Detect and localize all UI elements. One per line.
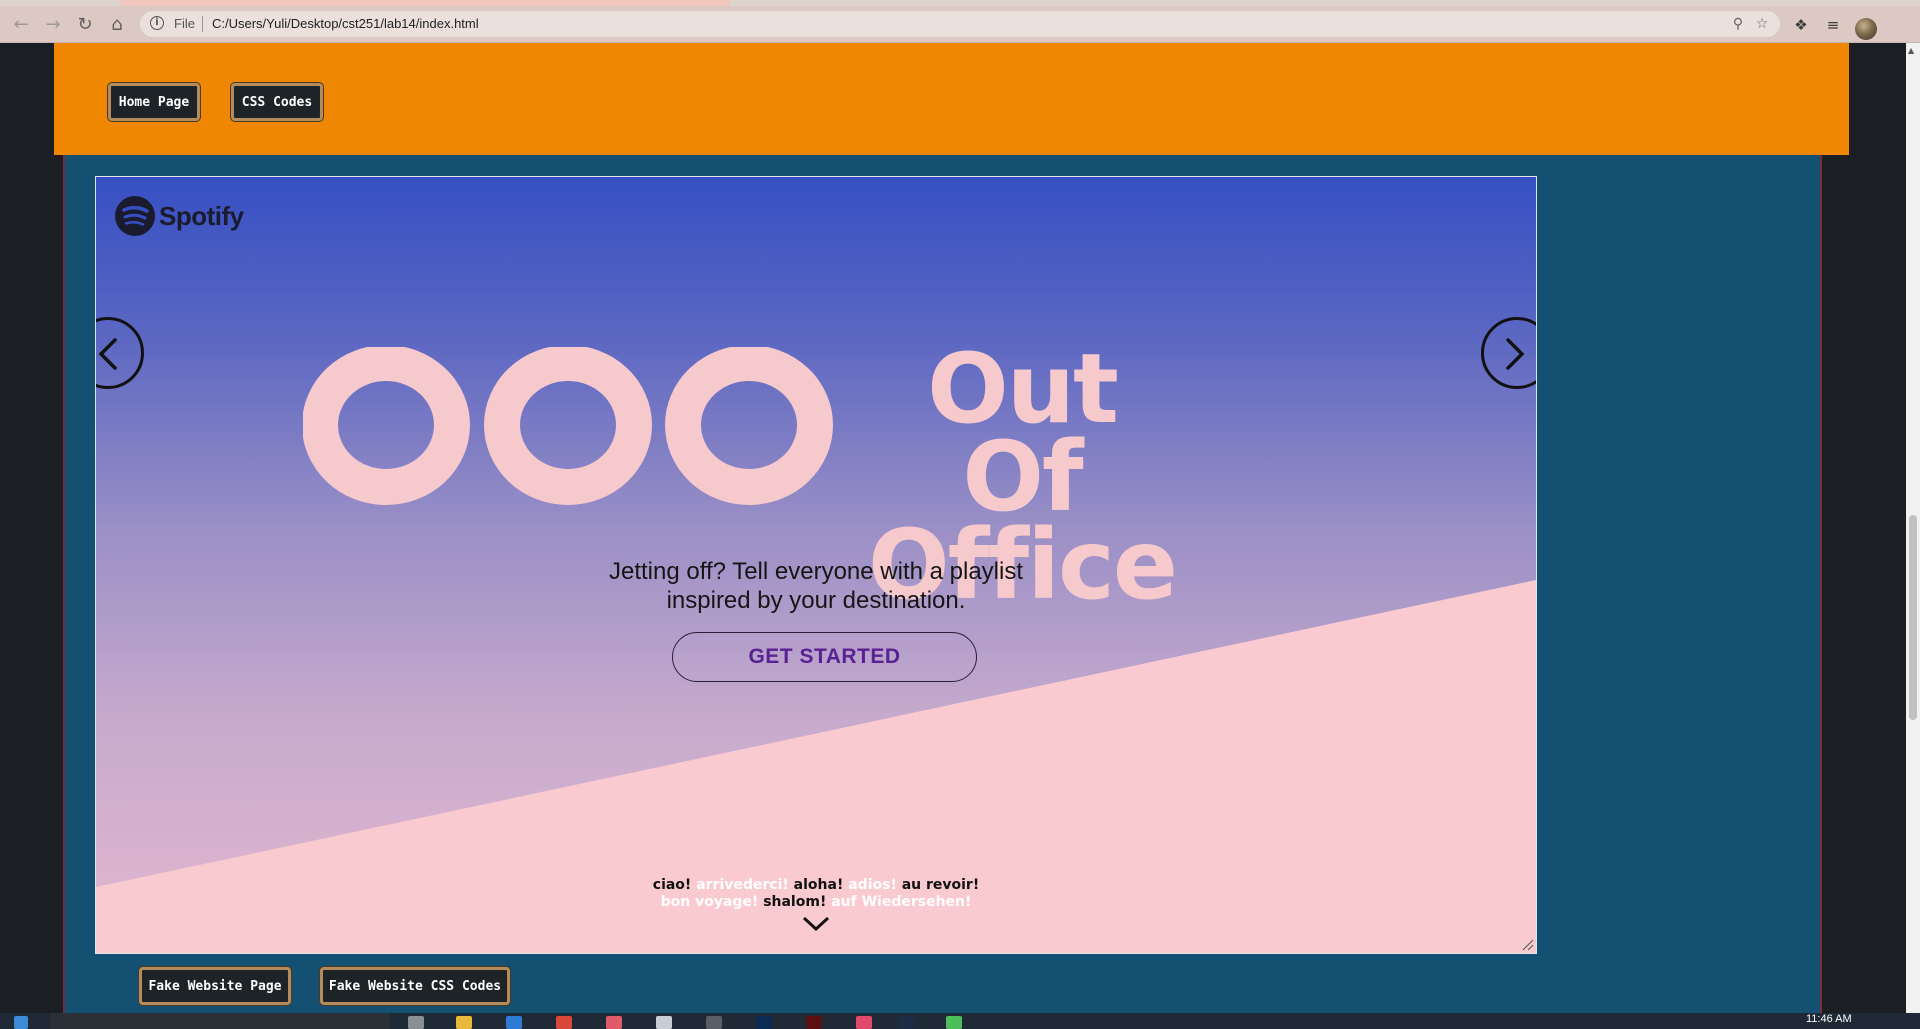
prev-arrow-icon[interactable] bbox=[96, 317, 144, 389]
chrome-icon[interactable] bbox=[556, 1016, 572, 1029]
scrollbar-thumb[interactable] bbox=[1909, 515, 1917, 720]
star-icon[interactable]: ☆ bbox=[1752, 14, 1772, 34]
task-view-icon[interactable] bbox=[408, 1016, 424, 1029]
fake-website-page-button[interactable]: Fake Website Page bbox=[139, 967, 291, 1005]
reload-icon[interactable]: ↻ bbox=[72, 12, 98, 36]
goodbye-line2: bon voyage! shalom! auf Wiedersehen! bbox=[496, 894, 1136, 911]
resize-handle-icon[interactable] bbox=[1520, 937, 1534, 951]
file-explorer-icon[interactable] bbox=[456, 1016, 472, 1029]
clock[interactable]: 11:46 AM bbox=[1806, 1013, 1852, 1025]
taskbar-search[interactable] bbox=[50, 1013, 390, 1029]
back-icon[interactable]: ← bbox=[8, 12, 34, 36]
goodbye-words: ciao! arrivederci! aloha! adios! au revo… bbox=[496, 877, 1136, 911]
scroll-down-chevron-icon[interactable] bbox=[801, 915, 831, 933]
home-icon[interactable]: ⌂ bbox=[104, 12, 130, 36]
ooo-graphic bbox=[303, 347, 833, 505]
get-started-button[interactable]: GET STARTED bbox=[672, 632, 977, 682]
spotify-icon bbox=[115, 196, 155, 236]
address-bar[interactable]: i File C:/Users/Yuli/Desktop/cst251/lab1… bbox=[140, 11, 1780, 37]
fake-website-css-codes-button[interactable]: Fake Website CSS Codes bbox=[320, 967, 510, 1005]
next-arrow-icon[interactable] bbox=[1481, 317, 1536, 389]
goodbye-word: au revoir! bbox=[901, 877, 980, 893]
store-icon[interactable] bbox=[506, 1016, 522, 1029]
zoom-icon[interactable]: ⚲ bbox=[1728, 14, 1748, 34]
url-text[interactable]: C:/Users/Yuli/Desktop/cst251/lab14/index… bbox=[212, 16, 479, 31]
photoshop-icon[interactable] bbox=[756, 1016, 772, 1029]
web-page: Home Page CSS Codes Spotify Out Of Offic… bbox=[0, 43, 1906, 1023]
scroll-up-icon[interactable]: ▲ bbox=[1908, 46, 1914, 55]
spotify-banner: Spotify Out Of Office Jetting off? Tell … bbox=[95, 176, 1537, 954]
app-icon[interactable] bbox=[946, 1016, 962, 1029]
goodbye-word: bon voyage! bbox=[660, 894, 759, 910]
goodbye-word: auf Wiedersehen! bbox=[831, 894, 972, 910]
illustrator-icon[interactable] bbox=[806, 1016, 822, 1029]
forward-icon[interactable]: → bbox=[40, 12, 66, 36]
goodbye-word: aloha! bbox=[793, 877, 844, 893]
app-icon[interactable] bbox=[606, 1016, 622, 1029]
tagline-line1: Jetting off? Tell everyone with a playli… bbox=[608, 558, 1023, 585]
app-icon[interactable] bbox=[856, 1016, 872, 1029]
banner-title-line1: Out Of bbox=[927, 333, 1119, 533]
css-codes-button[interactable]: CSS Codes bbox=[231, 83, 323, 121]
start-icon[interactable] bbox=[14, 1016, 28, 1029]
profile-avatar[interactable] bbox=[1855, 18, 1877, 40]
site-header: Home Page CSS Codes bbox=[54, 43, 1849, 155]
url-scheme-label: File bbox=[174, 16, 195, 31]
app-icon[interactable] bbox=[898, 1016, 914, 1029]
app-icon[interactable] bbox=[656, 1016, 672, 1029]
banner-tagline: Jetting off? Tell everyone with a playli… bbox=[516, 557, 1116, 615]
goodbye-word: shalom! bbox=[763, 894, 827, 910]
reading-list-icon[interactable]: ≡ bbox=[1822, 15, 1844, 35]
app-icon[interactable] bbox=[706, 1016, 722, 1029]
goodbye-line1: ciao! arrivederci! aloha! adios! au revo… bbox=[496, 877, 1136, 894]
windows-taskbar: 11:46 AM bbox=[0, 1013, 1920, 1029]
goodbye-word: adios! bbox=[848, 877, 897, 893]
url-separator bbox=[202, 16, 203, 32]
browser-toolbar: ← → ↻ ⌂ i File C:/Users/Yuli/Desktop/cst… bbox=[0, 6, 1920, 43]
spotify-logo[interactable]: Spotify bbox=[115, 196, 244, 236]
goodbye-word: ciao! bbox=[652, 877, 692, 893]
extensions-icon[interactable]: ❖ bbox=[1790, 15, 1812, 35]
tagline-line2: inspired by your destination. bbox=[666, 587, 966, 614]
goodbye-word: arrivederci! bbox=[696, 877, 789, 893]
home-page-button[interactable]: Home Page bbox=[108, 83, 200, 121]
spotify-wordmark: Spotify bbox=[159, 200, 244, 231]
info-icon[interactable]: i bbox=[150, 16, 164, 30]
